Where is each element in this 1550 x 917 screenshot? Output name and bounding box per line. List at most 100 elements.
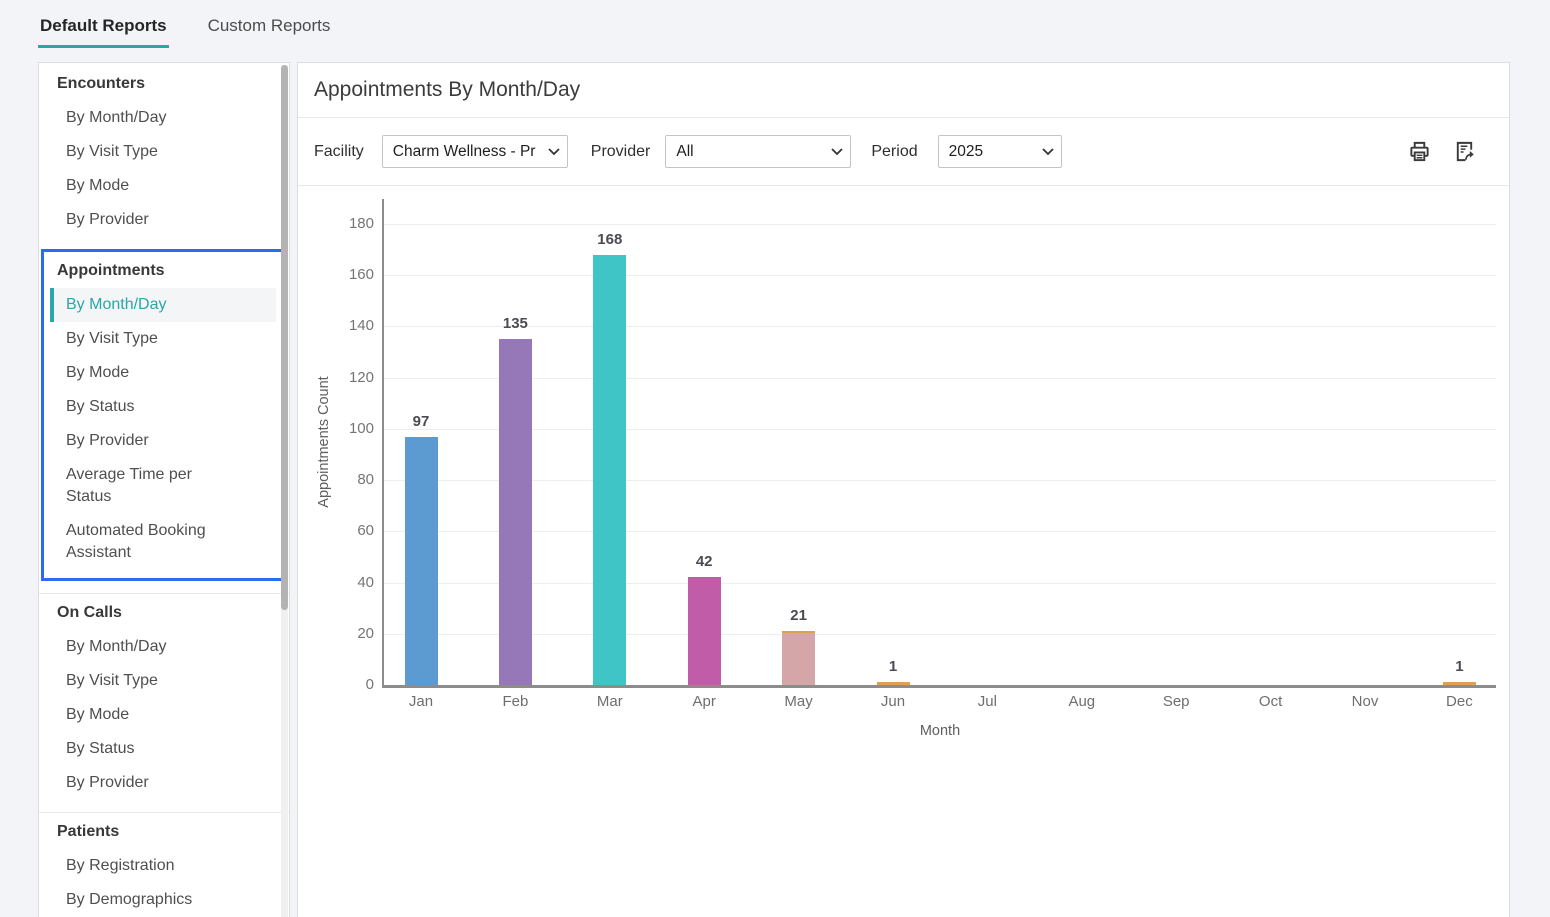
y-axis-tick-label: 120 (298, 369, 374, 386)
x-axis-tick-label: Dec (1424, 693, 1494, 710)
y-axis-title: Appointments Count (316, 352, 336, 532)
section-header-on-calls: On Calls (39, 596, 289, 630)
period-label: Period (871, 143, 917, 161)
printer-icon (1408, 140, 1431, 163)
gridline (384, 326, 1496, 327)
sidebar-item-patients-by-registration[interactable]: By Registration (50, 849, 277, 883)
sidebar-item-patients-by-demographics[interactable]: By Demographics (50, 883, 277, 917)
bar-jun (877, 682, 910, 685)
bar-value-label: 1 (863, 658, 923, 675)
tab-custom-reports[interactable]: Custom Reports (206, 13, 333, 48)
sidebar-item-oncalls-by-month-day[interactable]: By Month/Day (50, 630, 277, 664)
x-axis-tick-label: Aug (1047, 693, 1117, 710)
period-select[interactable]: 2025 (938, 135, 1062, 168)
sidebar-item-appointments-by-mode[interactable]: By Mode (50, 356, 276, 390)
sidebar-scrollbar[interactable] (281, 65, 288, 917)
gridline (384, 275, 1496, 276)
section-header-patients: Patients (39, 815, 289, 849)
sidebar-section-on-calls: On Calls By Month/Day By Visit Type By M… (39, 596, 289, 800)
sidebar-item-appointments-by-provider[interactable]: By Provider (50, 424, 276, 458)
bar-value-label: 42 (674, 553, 734, 570)
section-header-encounters: Encounters (39, 67, 289, 101)
filter-row: Facility Charm Wellness - Pr Provider Al… (298, 118, 1509, 186)
sidebar-item-encounters-by-provider[interactable]: By Provider (50, 203, 277, 237)
export-button[interactable] (1452, 140, 1476, 164)
sidebar-divider (39, 593, 289, 594)
bar-may (782, 631, 815, 685)
sidebar-item-appointments-by-visit-type[interactable]: By Visit Type (50, 322, 276, 356)
y-axis-tick-label: 0 (298, 676, 374, 693)
y-axis-tick-label: 20 (298, 625, 374, 642)
sidebar-item-automated-booking-assistant[interactable]: Automated Booking Assistant (50, 514, 276, 570)
sidebar-item-average-time-per-status[interactable]: Average Time per Status (50, 458, 276, 514)
facility-select[interactable]: Charm Wellness - Pr (382, 135, 568, 168)
sidebar-section-appointments-highlighted: Appointments By Month/Day By Visit Type … (41, 249, 286, 581)
y-axis-tick-label: 100 (298, 420, 374, 437)
y-axis-tick-label: 80 (298, 471, 374, 488)
reports-sidebar: Encounters By Month/Day By Visit Type By… (38, 62, 290, 917)
bar-jan (405, 437, 438, 685)
x-axis-tick-label: Jul (952, 693, 1022, 710)
sidebar-item-appointments-by-month-day[interactable]: By Month/Day (50, 288, 276, 322)
bar-value-label: 97 (391, 413, 451, 430)
sidebar-item-encounters-by-visit-type[interactable]: By Visit Type (50, 135, 277, 169)
tab-default-reports[interactable]: Default Reports (38, 13, 169, 48)
bar-value-label: 1 (1429, 658, 1489, 675)
section-header-appointments: Appointments (44, 254, 283, 288)
x-axis-tick-label: May (764, 693, 834, 710)
gridline (384, 480, 1496, 481)
x-axis-tick-label: Feb (480, 693, 550, 710)
provider-label: Provider (591, 143, 651, 161)
gridline (384, 378, 1496, 379)
y-axis-tick-label: 40 (298, 574, 374, 591)
bar-feb (499, 339, 532, 685)
appointments-bar-chart: 02040608010012014016018097Jan135Feb168Ma… (298, 186, 1509, 760)
x-axis-tick-label: Jan (386, 693, 456, 710)
sidebar-item-oncalls-by-status[interactable]: By Status (50, 732, 277, 766)
sidebar-item-oncalls-by-provider[interactable]: By Provider (50, 766, 277, 800)
report-header: Appointments By Month/Day (298, 63, 1509, 118)
x-axis-tick-label: Nov (1330, 693, 1400, 710)
x-axis-tick-label: Mar (575, 693, 645, 710)
print-button[interactable] (1407, 140, 1431, 164)
period-select-wrap: 2025 (938, 135, 1062, 168)
sidebar-item-oncalls-by-mode[interactable]: By Mode (50, 698, 277, 732)
x-axis-title: Month (900, 723, 980, 739)
sidebar-section-encounters: Encounters By Month/Day By Visit Type By… (39, 67, 289, 237)
sidebar-item-encounters-by-month-day[interactable]: By Month/Day (50, 101, 277, 135)
y-axis-tick-label: 60 (298, 522, 374, 539)
bar-value-label: 21 (769, 607, 829, 624)
gridline (384, 634, 1496, 635)
report-actions (1407, 140, 1476, 164)
y-axis-tick-label: 180 (298, 215, 374, 232)
export-icon (1453, 140, 1476, 163)
tab-custom-reports-label: Custom Reports (208, 16, 331, 35)
gridline (384, 583, 1496, 584)
bar-dec (1443, 682, 1476, 685)
sidebar-scrollbar-thumb[interactable] (281, 65, 288, 610)
sidebar-item-encounters-by-mode[interactable]: By Mode (50, 169, 277, 203)
tab-bar: Default Reports Custom Reports (0, 0, 1550, 57)
gridline (384, 429, 1496, 430)
facility-label: Facility (314, 143, 364, 161)
provider-select[interactable]: All (665, 135, 851, 168)
y-axis-line (382, 199, 384, 685)
x-axis-tick-label: Apr (669, 693, 739, 710)
bar-value-label: 135 (485, 315, 545, 332)
report-panel: Appointments By Month/Day Facility Charm… (297, 62, 1510, 917)
sidebar-divider (39, 812, 289, 813)
bar-mar (593, 255, 626, 685)
x-axis-line (382, 685, 1496, 688)
facility-select-wrap: Charm Wellness - Pr (382, 135, 568, 168)
gridline (384, 531, 1496, 532)
x-axis-tick-label: Sep (1141, 693, 1211, 710)
provider-select-wrap: All (665, 135, 851, 168)
sidebar-item-appointments-by-status[interactable]: By Status (50, 390, 276, 424)
sidebar-item-oncalls-by-visit-type[interactable]: By Visit Type (50, 664, 277, 698)
tab-default-reports-label: Default Reports (40, 16, 167, 35)
page-title: Appointments By Month/Day (314, 78, 580, 102)
y-axis-tick-label: 160 (298, 266, 374, 283)
x-axis-tick-label: Oct (1236, 693, 1306, 710)
gridline (384, 224, 1496, 225)
x-axis-tick-label: Jun (858, 693, 928, 710)
